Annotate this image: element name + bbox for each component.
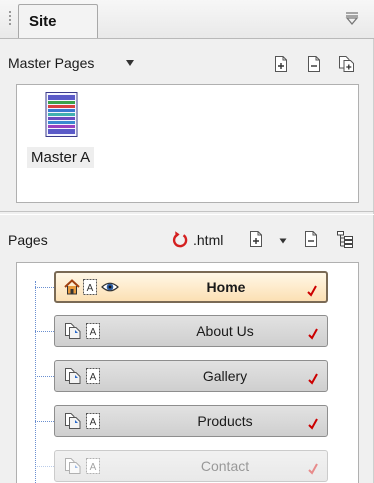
page-title: Contact (200, 458, 250, 474)
tab-site[interactable]: Site (18, 4, 98, 38)
page-row-home[interactable]: A Home (54, 271, 328, 303)
delete-master-page-icon[interactable] (306, 55, 322, 73)
master-a-icon: A (83, 279, 97, 295)
new-page-icon[interactable] (248, 230, 264, 248)
tree-connector (35, 281, 36, 483)
page-icon (65, 323, 81, 339)
tree-branch (35, 331, 54, 332)
new-page-dropdown-icon[interactable] (279, 238, 287, 244)
page-icon (65, 368, 81, 384)
section-divider-highlight (0, 214, 374, 215)
tree-branch (35, 287, 54, 288)
check-icon (308, 373, 318, 385)
master-pages-dropdown-icon[interactable] (125, 59, 135, 67)
page-title: Products (197, 413, 253, 429)
section-divider[interactable] (0, 211, 374, 212)
tab-site-label: Site (29, 13, 57, 30)
site-structure-icon[interactable] (336, 230, 354, 248)
svg-text:A: A (90, 327, 97, 338)
page-row-about-us[interactable]: A About Us (54, 315, 328, 347)
page-title: About Us (196, 323, 254, 339)
master-page-thumbnail-icon (45, 92, 78, 137)
page-title: Home (206, 279, 246, 295)
svg-text:A: A (90, 372, 97, 383)
tree-branch (35, 421, 54, 422)
master-a-icon: A (86, 458, 100, 474)
tree-branch (35, 466, 54, 467)
panel-titlebar: Site (0, 0, 374, 39)
check-icon (308, 418, 318, 430)
panel-menu-icon[interactable] (344, 10, 360, 26)
preview-eye-icon[interactable] (101, 279, 119, 295)
check-icon (308, 328, 318, 340)
duplicate-master-page-icon[interactable] (338, 55, 356, 73)
master-page-name: Master A (27, 147, 95, 168)
tree-branch (35, 376, 54, 377)
svg-text:A: A (90, 417, 97, 428)
pages-label: Pages (8, 232, 48, 248)
page-title: Gallery (202, 368, 248, 384)
site-panel: Site Master Pages Master A Pages .html A… (0, 0, 374, 483)
page-row-gallery[interactable]: A Gallery (54, 360, 328, 392)
new-master-page-icon[interactable] (273, 55, 289, 73)
master-pages-label: Master Pages (8, 55, 95, 71)
page-icon (65, 413, 81, 429)
svg-text:A: A (90, 462, 97, 473)
page-row-contact[interactable]: A Contact (54, 450, 328, 482)
svg-text:A: A (87, 283, 94, 294)
check-icon (307, 285, 317, 297)
file-extension-label[interactable]: .html (193, 232, 223, 248)
home-page-icon (64, 279, 80, 295)
refresh-icon[interactable] (172, 229, 190, 249)
master-a-icon: A (86, 323, 100, 339)
page-row-products[interactable]: A Products (54, 405, 328, 437)
page-icon (65, 458, 81, 474)
delete-page-icon[interactable] (303, 230, 319, 248)
master-a-icon: A (86, 413, 100, 429)
master-pages-list: Master A (16, 84, 359, 203)
check-icon (308, 463, 318, 475)
drag-grip-icon[interactable] (9, 11, 12, 25)
master-a-icon: A (86, 368, 100, 384)
pages-tree: A Home A About Us A Gallery A Products A… (16, 262, 359, 483)
